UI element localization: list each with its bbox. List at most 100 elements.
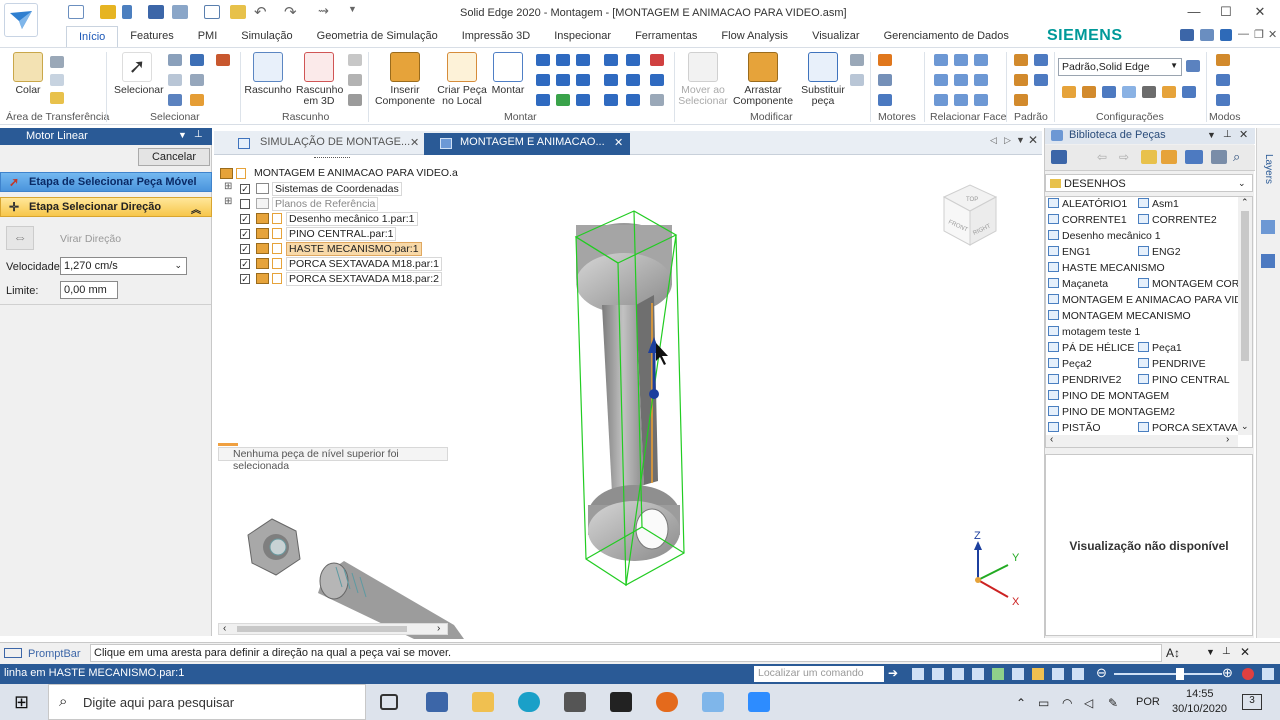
undo-icon[interactable]: ↶: [254, 3, 267, 21]
selecionar-button[interactable]: ➚ Selecionar: [114, 52, 164, 96]
solid-edge-app-icon[interactable]: [4, 3, 38, 37]
relate-icon-4[interactable]: [604, 54, 618, 66]
zoom-out-icon[interactable]: ⊖: [1096, 665, 1107, 681]
select-tool-icon-3[interactable]: [216, 54, 230, 66]
config-icon-4[interactable]: [1122, 86, 1136, 98]
relate-icon-1[interactable]: [536, 54, 550, 66]
new-folder-icon[interactable]: [1161, 150, 1177, 164]
list-item[interactable]: MONTAGEM COR: [1138, 278, 1239, 293]
ribbon-minimize-icon[interactable]: —: [1238, 28, 1249, 40]
rascunho-button[interactable]: Rascunho: [244, 52, 292, 96]
relate-icon-6[interactable]: [650, 54, 664, 66]
panel-menu-icon[interactable]: ▼: [1207, 130, 1216, 140]
relate-icon-11[interactable]: [626, 74, 640, 86]
close-doc-icon[interactable]: ✕: [1028, 133, 1038, 147]
chevron-up-icon[interactable]: ⌃: [1016, 696, 1026, 710]
face-relate-icon-5[interactable]: [954, 74, 968, 86]
pattern-icon-3[interactable]: [1014, 74, 1028, 86]
sketch-tool-icon-2[interactable]: [348, 74, 362, 86]
pattern-icon-4[interactable]: [1034, 74, 1048, 86]
view-tool-icon-7[interactable]: [1032, 668, 1044, 680]
new-file-icon[interactable]: [68, 5, 84, 19]
cancel-button[interactable]: Cancelar: [138, 148, 210, 166]
format-painter-icon[interactable]: [50, 92, 64, 104]
open-folder-icon[interactable]: [100, 5, 116, 19]
view-tool-icon-5[interactable]: [992, 668, 1004, 680]
rascunho-3d-button[interactable]: Rascunho em 3D: [296, 52, 343, 107]
collapse-icon[interactable]: ︽: [191, 201, 201, 216]
wifi-icon[interactable]: ◠: [1062, 696, 1072, 710]
options-icon[interactable]: [1200, 29, 1214, 41]
colar-button[interactable]: Colar: [8, 52, 48, 96]
select-tool-icon-7[interactable]: [190, 94, 204, 106]
volume-icon[interactable]: ◁: [1084, 696, 1093, 710]
list-item[interactable]: PINO DE MONTAGEM2: [1048, 406, 1175, 421]
relate-icon-10[interactable]: [604, 74, 618, 86]
face-relate-icon-4[interactable]: [934, 74, 948, 86]
list-item[interactable]: CORRENTE1: [1048, 214, 1127, 229]
sketch-tool-icon-1[interactable]: [348, 54, 362, 66]
view-tool-icon-6[interactable]: [1012, 668, 1024, 680]
list-item[interactable]: PENDRIVE2: [1048, 374, 1122, 389]
view-tool-icon-9[interactable]: [1072, 668, 1084, 680]
close-panel-icon[interactable]: ✕: [1239, 128, 1248, 141]
view-tool-icon-1[interactable]: [912, 668, 924, 680]
list-item[interactable]: ENG1: [1048, 246, 1091, 261]
arrastar-componente-button[interactable]: Arrastar Componente: [730, 52, 796, 107]
tab-simulacao[interactable]: Simulação: [229, 26, 304, 48]
maximize-button[interactable]: ☐: [1212, 4, 1240, 22]
select-tool-icon-6[interactable]: [168, 94, 182, 106]
save-all-icon[interactable]: [172, 5, 188, 19]
clock-date[interactable]: 30/10/2020: [1172, 703, 1227, 715]
font-size-icon[interactable]: A↕: [1166, 646, 1180, 660]
face-relate-icon-9[interactable]: [974, 94, 988, 106]
close-promptbar-icon[interactable]: ✕: [1240, 645, 1250, 659]
relate-icon-2[interactable]: [556, 54, 570, 66]
inserir-componente-button[interactable]: Inserir Componente: [374, 52, 436, 107]
list-item[interactable]: CORRENTE2: [1138, 214, 1217, 229]
style-select[interactable]: Padrão,Solid Edge ▼: [1058, 58, 1182, 76]
modify-tool-icon-2[interactable]: [850, 74, 864, 86]
tab-geometria-simulacao[interactable]: Geometria de Simulação: [305, 26, 450, 48]
help-icon[interactable]: [1220, 29, 1232, 41]
side-tool-icon-1[interactable]: [1261, 220, 1275, 234]
horizontal-scrollbar[interactable]: ‹ ›: [1046, 434, 1238, 447]
list-item[interactable]: PINO DE MONTAGEM: [1048, 390, 1169, 405]
limit-input[interactable]: 0,00 mm: [60, 281, 118, 299]
view-tool-icon-4[interactable]: [972, 668, 984, 680]
mode-icon-2[interactable]: [1216, 74, 1230, 86]
tab-flow-analysis[interactable]: Flow Analysis: [709, 26, 800, 48]
zoom-app-icon[interactable]: [748, 692, 770, 712]
view-tool-icon-8[interactable]: [1052, 668, 1064, 680]
select-tool-icon-1[interactable]: [168, 54, 182, 66]
list-item[interactable]: motagem teste 1: [1048, 326, 1140, 341]
list-item[interactable]: MONTAGEM MECANISMO: [1048, 310, 1191, 325]
firefox-icon[interactable]: [656, 692, 678, 712]
relate-icon-9[interactable]: [576, 74, 590, 86]
search-icon[interactable]: ⌕: [1233, 149, 1240, 165]
relate-icon-8[interactable]: [556, 74, 570, 86]
relate-icon-14[interactable]: [556, 94, 570, 106]
face-relate-icon-3[interactable]: [974, 54, 988, 66]
motor-icon-3[interactable]: [878, 94, 892, 106]
face-relate-icon-8[interactable]: [954, 94, 968, 106]
solid-edge-taskbar-icon[interactable]: [702, 692, 724, 712]
list-item[interactable]: HASTE MECANISMO: [1048, 262, 1165, 277]
tab-impressao-3d[interactable]: Impressão 3D: [450, 26, 542, 48]
select-tool-icon-4[interactable]: [168, 74, 182, 86]
minimize-button[interactable]: —: [1180, 4, 1208, 22]
relate-icon-5[interactable]: [626, 54, 640, 66]
notes-icon[interactable]: [230, 5, 246, 19]
scroll-right-icon[interactable]: ›: [437, 623, 440, 634]
ribbon-close-icon[interactable]: ✕: [1268, 28, 1277, 41]
record-icon[interactable]: [1242, 668, 1254, 680]
list-item[interactable]: Peça1: [1138, 342, 1182, 357]
sketch-tool-icon-3[interactable]: [348, 94, 362, 106]
battery-icon[interactable]: ▭: [1038, 696, 1049, 710]
language-indicator[interactable]: POR: [1136, 696, 1160, 708]
flip-direction-button[interactable]: ⇔: [6, 226, 34, 250]
home-icon[interactable]: [1051, 150, 1067, 164]
tab-inicio[interactable]: Início: [66, 26, 119, 48]
list-item[interactable]: ENG2: [1138, 246, 1181, 261]
notification-center-icon[interactable]: 3: [1242, 694, 1262, 710]
